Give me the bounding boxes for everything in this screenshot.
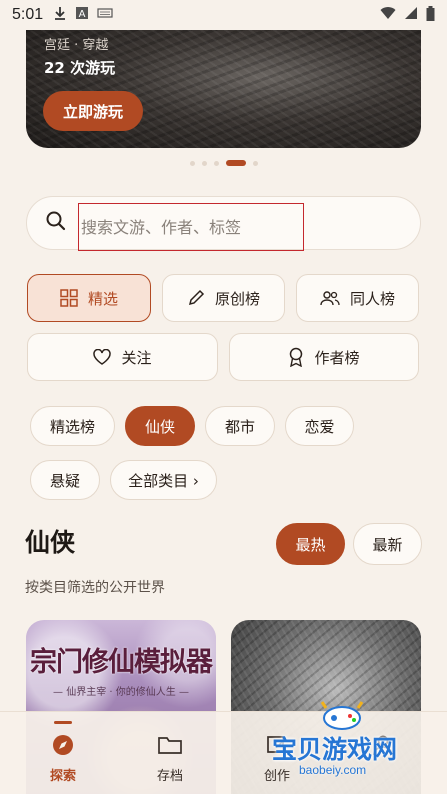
- compass-icon: [52, 734, 74, 758]
- pencil-icon: [187, 289, 205, 307]
- chip-romance[interactable]: 恋爱: [285, 406, 354, 446]
- search-icon: [45, 210, 67, 236]
- status-time: 5:01: [12, 6, 44, 23]
- tab-fanfic-ranking[interactable]: 同人榜: [296, 274, 419, 322]
- tab-label: 关注: [121, 348, 152, 367]
- carousel-dot-active[interactable]: [225, 160, 246, 166]
- search-bar[interactable]: [26, 196, 421, 251]
- sort-newest-button[interactable]: 最新: [353, 523, 422, 565]
- nav-saves[interactable]: 存档: [120, 712, 220, 794]
- tab-featured[interactable]: 精选: [27, 274, 151, 322]
- folder-icon: [157, 734, 183, 758]
- carousel-dot[interactable]: [201, 160, 207, 166]
- grid-icon: [60, 289, 78, 307]
- tab-label: 原创榜: [214, 289, 260, 308]
- card-subtitle: — 仙界主宰 · 你的修仙人生 —: [53, 687, 189, 698]
- chip-mystery[interactable]: 悬疑: [30, 460, 100, 500]
- watermark-url: baobeiy.com: [299, 763, 367, 777]
- chip-xianxia[interactable]: 仙侠: [125, 406, 195, 446]
- tab-label: 同人榜: [349, 289, 395, 308]
- keyboard-a-icon: A: [75, 6, 89, 24]
- featured-banner[interactable]: 宫廷 · 穿越 22 次游玩 立即游玩: [26, 30, 421, 148]
- chip-all-categories[interactable]: 全部类目 ›: [110, 460, 217, 500]
- chip-urban[interactable]: 都市: [205, 406, 275, 446]
- section-subtitle: 按类目筛选的公开世界: [25, 580, 165, 596]
- nav-label: 存档: [156, 769, 183, 784]
- tab-following[interactable]: 关注: [27, 333, 218, 381]
- card-title: 宗门修仙模拟器: [30, 647, 213, 678]
- wifi-icon: [380, 6, 396, 24]
- nav-explore[interactable]: 探索: [13, 712, 113, 794]
- banner-play-count: 22 次游玩: [44, 59, 116, 77]
- tab-original-ranking[interactable]: 原创榜: [162, 274, 285, 322]
- download-icon: [53, 6, 67, 24]
- watermark-text: 宝贝游戏网: [272, 735, 398, 764]
- people-icon: [320, 290, 340, 306]
- sort-hottest-button[interactable]: 最热: [276, 523, 345, 565]
- status-bar: 5:01 A: [0, 0, 447, 30]
- banner-tags: 宫廷 · 穿越: [44, 38, 109, 53]
- award-icon: [288, 347, 304, 367]
- play-now-button[interactable]: 立即游玩: [43, 91, 143, 131]
- carousel-dot[interactable]: [189, 160, 195, 166]
- chip-featured-ranking[interactable]: 精选榜: [30, 406, 115, 446]
- carousel-dot[interactable]: [213, 160, 219, 166]
- section-title: 仙侠: [25, 528, 76, 557]
- keyboard-icon: [97, 7, 113, 23]
- carousel-indicator: [0, 160, 447, 166]
- tab-label: 作者榜: [314, 348, 360, 367]
- battery-icon: [426, 5, 435, 25]
- nav-label: 探索: [49, 769, 76, 784]
- carousel-dot[interactable]: [252, 160, 258, 166]
- nav-active-indicator: [54, 721, 72, 724]
- heart-icon: [93, 349, 112, 365]
- tab-author-ranking[interactable]: 作者榜: [229, 333, 419, 381]
- tab-label: 精选: [87, 289, 118, 308]
- search-input[interactable]: [78, 203, 304, 251]
- svg-text:A: A: [79, 9, 86, 20]
- signal-icon: [404, 6, 418, 24]
